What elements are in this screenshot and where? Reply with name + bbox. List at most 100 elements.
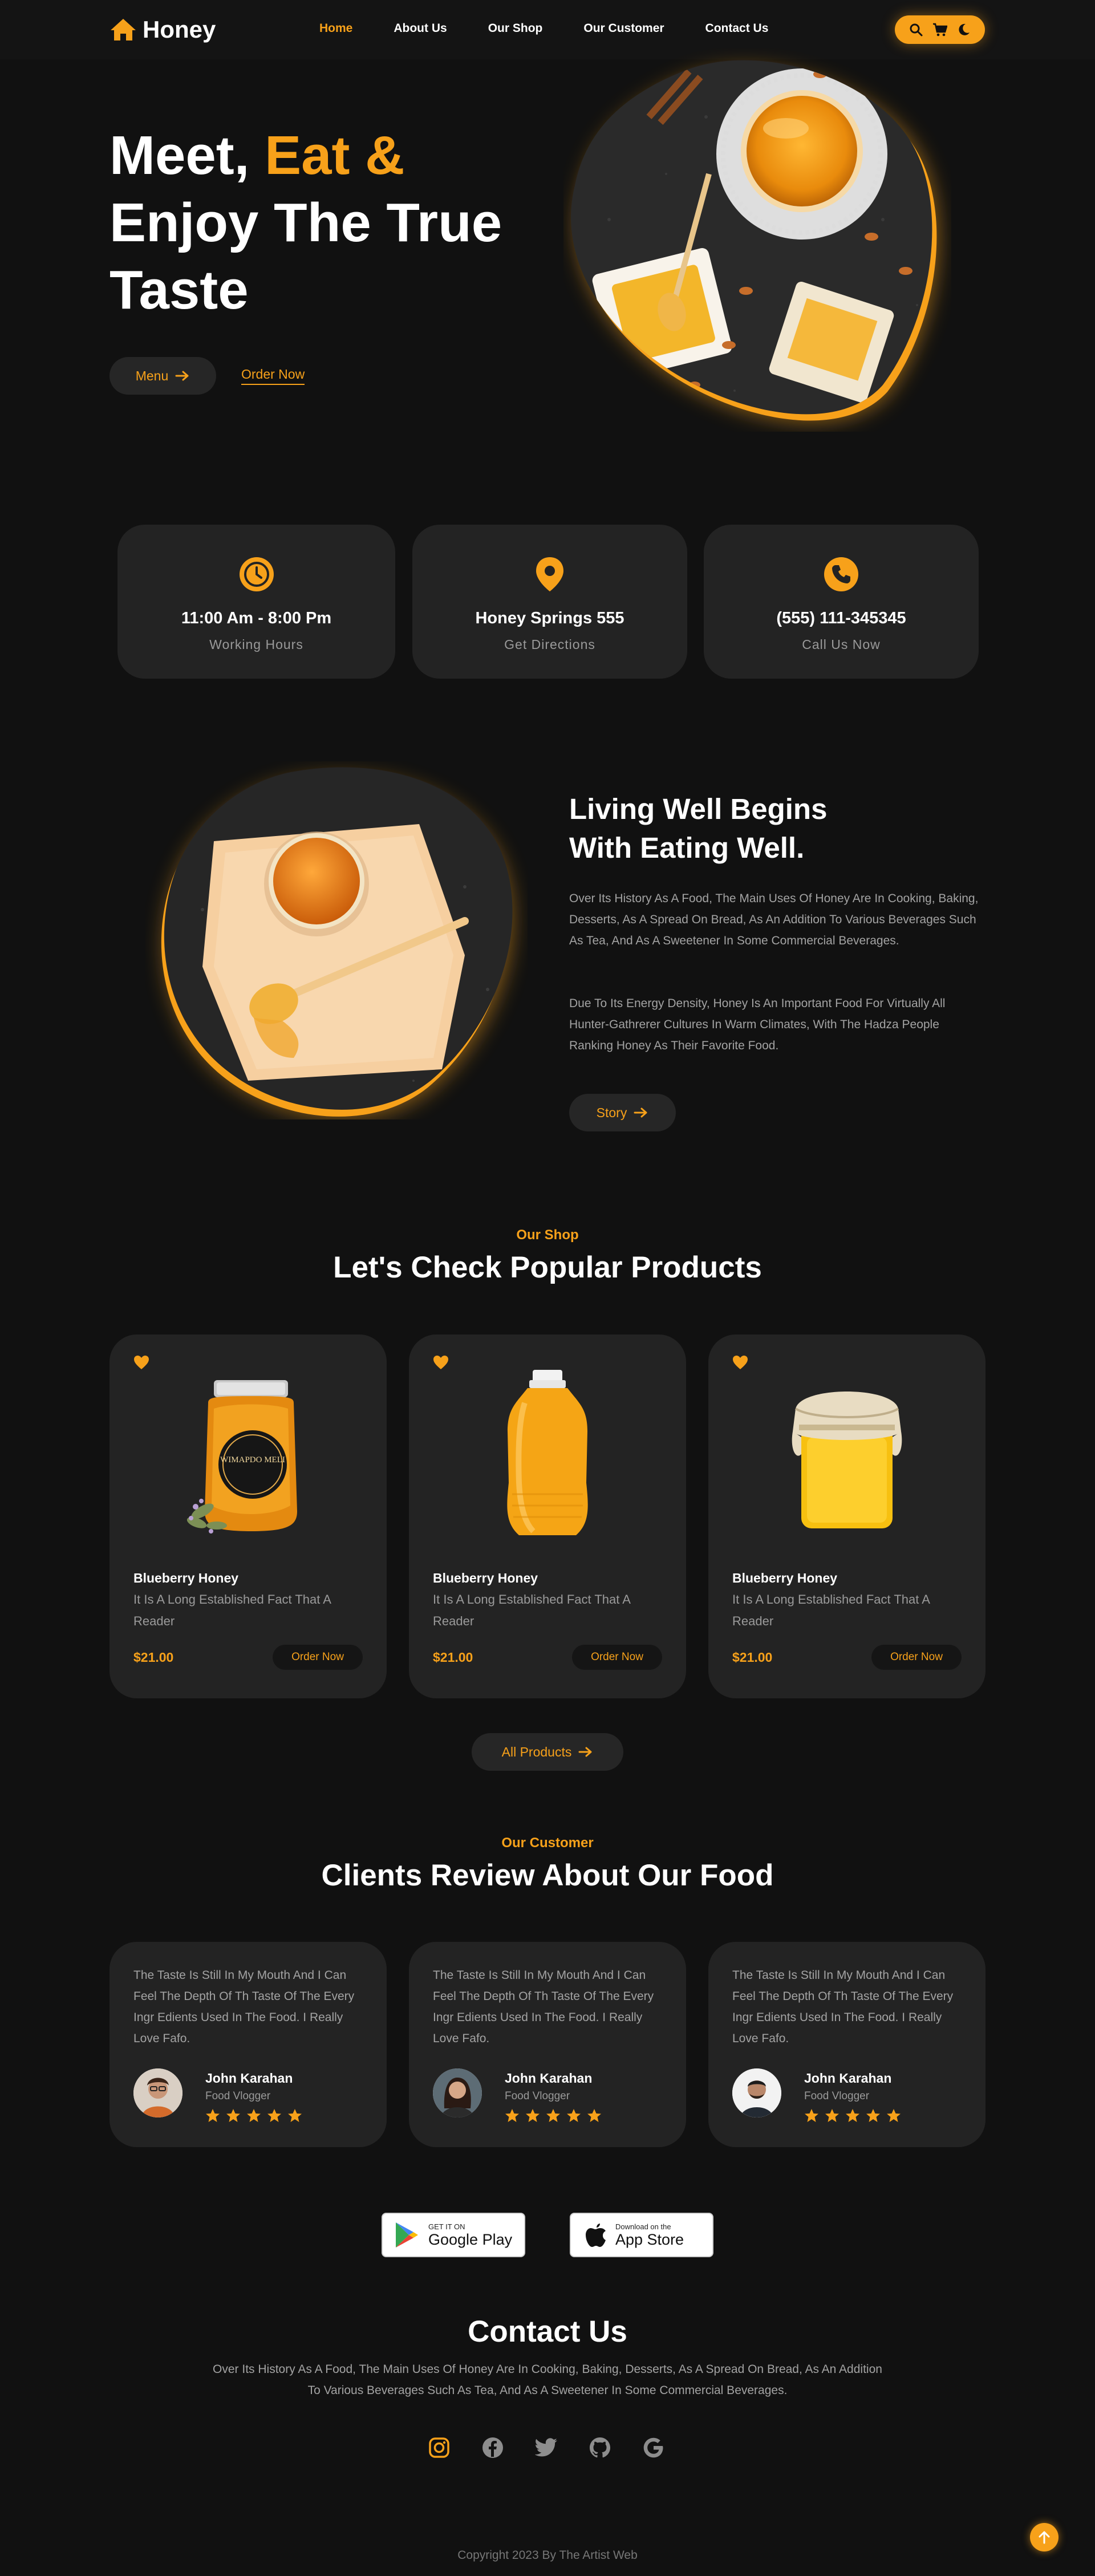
reviewer-name: John Karahan bbox=[505, 2071, 593, 2086]
copyright: Copyright 2023 By The Artist Web bbox=[457, 2549, 638, 2562]
product-card: WIMAPDO MELI Blueberry Honey It Is A Lon… bbox=[110, 1334, 387, 1698]
main-nav: Home About Us Our Shop Our Customer Cont… bbox=[319, 22, 809, 35]
about-paragraph-1: Over Its History As A Food, The Main Use… bbox=[569, 892, 979, 947]
product-name: Blueberry Honey bbox=[732, 1571, 838, 1585]
about-title-line2: With Eating Well. bbox=[569, 831, 805, 864]
jar-label-text: WIMAPDO MELI bbox=[220, 1455, 285, 1465]
google-icon[interactable] bbox=[641, 2435, 666, 2460]
reviews-kicker: Our Customer bbox=[501, 1835, 594, 1851]
google-play-icon bbox=[396, 2222, 418, 2248]
reviewer-role: Food Vlogger bbox=[205, 2090, 271, 2102]
star-icon bbox=[526, 2109, 540, 2122]
google-play-badge[interactable]: GET IT ON Google Play bbox=[382, 2213, 525, 2257]
menu-button[interactable]: Menu bbox=[110, 357, 216, 395]
info-card-location[interactable]: Honey Springs 555 Get Directions bbox=[412, 525, 687, 679]
story-button-label: Story bbox=[596, 1105, 627, 1120]
search-icon[interactable] bbox=[909, 22, 923, 37]
info-card-phone[interactable]: (555) 111-345345 Call Us Now bbox=[704, 525, 979, 679]
app-store-small-text: Download on the bbox=[615, 2222, 671, 2231]
arrow-right-icon bbox=[578, 1747, 592, 1757]
moon-icon[interactable] bbox=[956, 22, 971, 37]
product-name: Blueberry Honey bbox=[433, 1571, 538, 1585]
hero-honey-image bbox=[571, 60, 938, 422]
product-price: $21.00 bbox=[732, 1650, 773, 1665]
info-phone-title: (555) 111-345345 bbox=[776, 609, 906, 627]
about-title: Living Well Begins With Eating Well. bbox=[569, 790, 911, 867]
heart-icon[interactable] bbox=[133, 1355, 149, 1370]
heart-icon[interactable] bbox=[732, 1355, 748, 1370]
cart-icon[interactable] bbox=[932, 22, 947, 37]
star-icon bbox=[247, 2109, 261, 2122]
hero-title: Meet, Eat & Enjoy The True Taste bbox=[110, 122, 543, 324]
phone-icon bbox=[824, 557, 858, 591]
order-now-button[interactable]: Order Now bbox=[572, 1645, 662, 1670]
star-icon bbox=[267, 2109, 281, 2122]
nav-our-customer[interactable]: Our Customer bbox=[583, 22, 664, 35]
star-icon bbox=[288, 2109, 302, 2122]
star-icon bbox=[887, 2109, 901, 2122]
honey-pot-image bbox=[792, 1392, 902, 1528]
product-description: It Is A Long Established Fact That A Rea… bbox=[133, 1592, 331, 1628]
product-price: $21.00 bbox=[433, 1650, 473, 1665]
nav-contact-us[interactable]: Contact Us bbox=[705, 22, 769, 35]
google-play-big-text: Google Play bbox=[428, 2230, 513, 2248]
shop-kicker: Our Shop bbox=[516, 1227, 579, 1243]
review-card: The Taste Is Still In My Mouth And I Can… bbox=[708, 1942, 986, 2147]
honey-bottle-image bbox=[507, 1370, 588, 1535]
arrow-right-icon bbox=[175, 371, 189, 381]
star-icon bbox=[226, 2109, 240, 2122]
shop-title: Let's Check Popular Products bbox=[333, 1251, 762, 1284]
instagram-icon[interactable] bbox=[427, 2435, 452, 2460]
twitter-icon[interactable] bbox=[534, 2435, 559, 2460]
product-description: It Is A Long Established Fact That A Rea… bbox=[433, 1592, 630, 1628]
review-card: The Taste Is Still In My Mouth And I Can… bbox=[110, 1942, 387, 2147]
apple-icon bbox=[586, 2224, 606, 2247]
star-icon bbox=[505, 2109, 519, 2122]
scroll-to-top-button[interactable] bbox=[1030, 2523, 1058, 2551]
github-icon[interactable] bbox=[587, 2435, 613, 2460]
story-button[interactable]: Story bbox=[569, 1094, 676, 1131]
star-icon bbox=[866, 2109, 880, 2122]
reviewer-name: John Karahan bbox=[804, 2071, 892, 2086]
star-icon bbox=[206, 2109, 220, 2122]
star-icon bbox=[846, 2109, 859, 2122]
location-pin-icon bbox=[536, 557, 563, 591]
star-icon bbox=[825, 2109, 839, 2122]
logo-text: Honey bbox=[143, 16, 216, 43]
review-card: The Taste Is Still In My Mouth And I Can… bbox=[409, 1942, 686, 2147]
info-hours-sub: Working Hours bbox=[209, 637, 303, 652]
nav-home[interactable]: Home bbox=[319, 22, 352, 35]
rating-stars bbox=[804, 2108, 901, 2123]
nav-tools bbox=[895, 15, 985, 44]
product-price: $21.00 bbox=[133, 1650, 174, 1665]
arrow-right-icon bbox=[634, 1108, 647, 1118]
info-hours-title: 11:00 Am - 8:00 Pm bbox=[181, 609, 332, 627]
nav-about-us[interactable]: About Us bbox=[394, 22, 447, 35]
rating-stars bbox=[505, 2108, 602, 2123]
star-icon bbox=[587, 2109, 601, 2122]
app-store-badge[interactable]: Download on the App Store bbox=[570, 2213, 713, 2257]
hero-title-part3: Enjoy The True Taste bbox=[110, 192, 502, 321]
avatar bbox=[433, 2068, 482, 2117]
product-card: Blueberry Honey It Is A Long Established… bbox=[708, 1334, 986, 1698]
facebook-icon[interactable] bbox=[480, 2435, 505, 2460]
contact-text: Over Its History As A Food, The Main Use… bbox=[213, 2363, 882, 2397]
product-card: Blueberry Honey It Is A Long Established… bbox=[409, 1334, 686, 1698]
logo[interactable]: Honey bbox=[110, 16, 216, 43]
about-title-line1: Living Well Begins bbox=[569, 793, 828, 825]
reviews-title: Clients Review About Our Food bbox=[321, 1859, 774, 1892]
nav-our-shop[interactable]: Our Shop bbox=[488, 22, 543, 35]
app-store-big-text: App Store bbox=[615, 2230, 684, 2248]
all-products-button[interactable]: All Products bbox=[472, 1733, 623, 1771]
arrow-up-icon bbox=[1039, 2531, 1050, 2544]
contact-title: Contact Us bbox=[468, 2315, 627, 2348]
heart-icon[interactable] bbox=[433, 1355, 449, 1370]
order-now-button[interactable]: Order Now bbox=[273, 1645, 363, 1670]
clock-icon bbox=[239, 557, 274, 591]
order-now-button[interactable]: Order Now bbox=[871, 1645, 962, 1670]
info-phone-sub: Call Us Now bbox=[802, 637, 881, 652]
rating-stars bbox=[205, 2108, 302, 2123]
star-icon bbox=[567, 2109, 581, 2122]
menu-button-label: Menu bbox=[135, 368, 169, 383]
order-now-link[interactable]: Order Now bbox=[241, 367, 305, 385]
